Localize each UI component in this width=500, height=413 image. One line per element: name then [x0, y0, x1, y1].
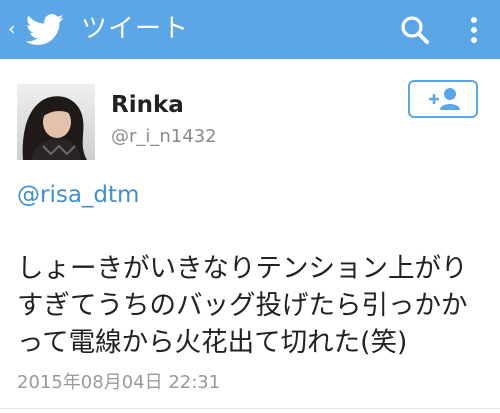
more-vertical-icon [471, 17, 477, 43]
search-icon [401, 16, 429, 44]
avatar-image [17, 84, 95, 160]
tweet-timestamp: 2015年08月04日 22:31 [17, 372, 221, 393]
page-title: ツイート [81, 14, 190, 44]
more-options-button[interactable] [460, 11, 488, 49]
tweet-body: しょーきがいきなりテンション上がりすぎてうちのバッグ投げたら引っかかって電線から… [17, 253, 468, 358]
app-header: ‹ ツイート [0, 0, 500, 59]
avatar[interactable] [17, 84, 95, 160]
search-button[interactable] [396, 11, 434, 49]
author-name[interactable]: Rinka [111, 91, 184, 119]
twitter-bird-icon [25, 14, 64, 45]
follow-button[interactable] [408, 80, 478, 118]
add-user-icon [429, 88, 460, 110]
divider [0, 408, 500, 409]
chevron-left-icon: ‹ [8, 18, 16, 40]
author-handle[interactable]: @r_i_n1432 [111, 125, 217, 149]
back-button[interactable]: ‹ [0, 0, 72, 59]
mention-link[interactable]: @risa_dtm [17, 180, 139, 210]
